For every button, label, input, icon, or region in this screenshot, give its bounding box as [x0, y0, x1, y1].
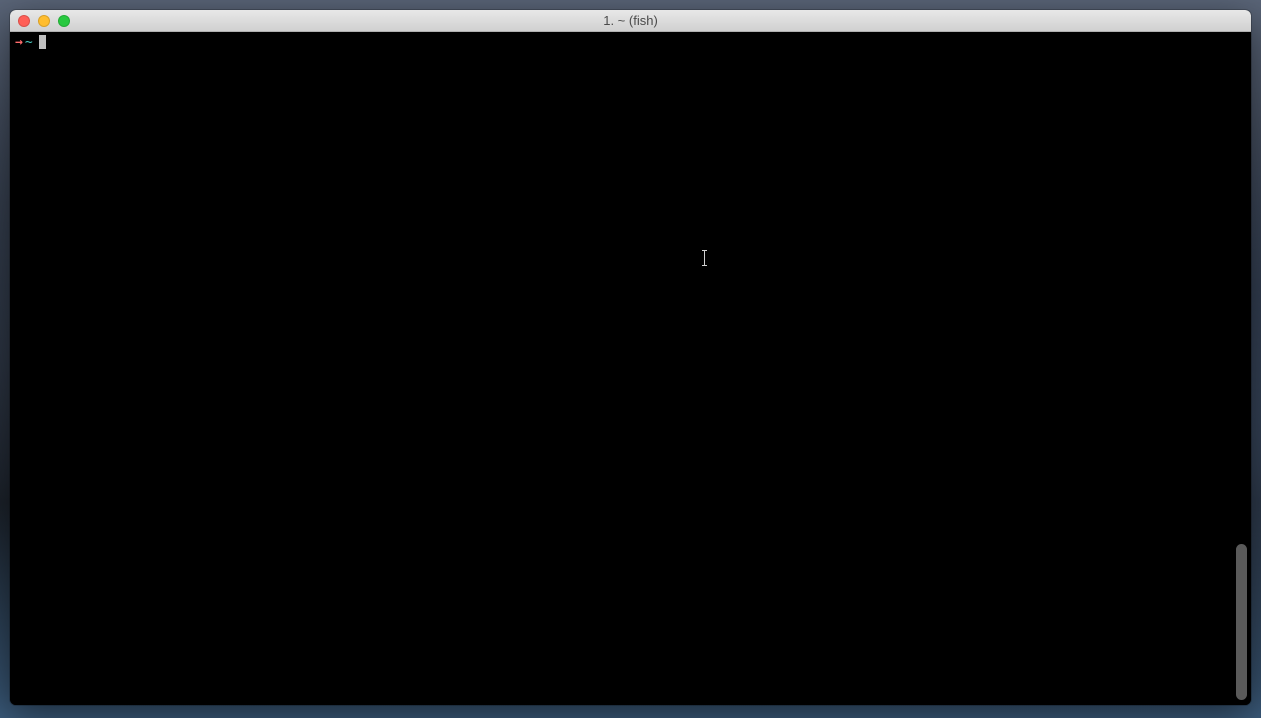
terminal-body[interactable]: → ~ — [10, 32, 1251, 705]
prompt-cwd: ~ — [25, 35, 33, 50]
terminal-window: 1. ~ (fish) → ~ — [10, 10, 1251, 705]
prompt-arrow-icon: → — [15, 35, 23, 50]
text-cursor-icon — [704, 250, 705, 266]
traffic-lights — [10, 15, 70, 27]
window-titlebar[interactable]: 1. ~ (fish) — [10, 10, 1251, 32]
scrollbar-track[interactable] — [1234, 54, 1249, 703]
scrollbar-thumb[interactable] — [1236, 544, 1247, 700]
terminal-cursor — [39, 35, 46, 49]
terminal-line: → ~ — [10, 32, 1251, 53]
minimize-button[interactable] — [38, 15, 50, 27]
close-button[interactable] — [18, 15, 30, 27]
zoom-button[interactable] — [58, 15, 70, 27]
window-title: 1. ~ (fish) — [603, 13, 658, 28]
